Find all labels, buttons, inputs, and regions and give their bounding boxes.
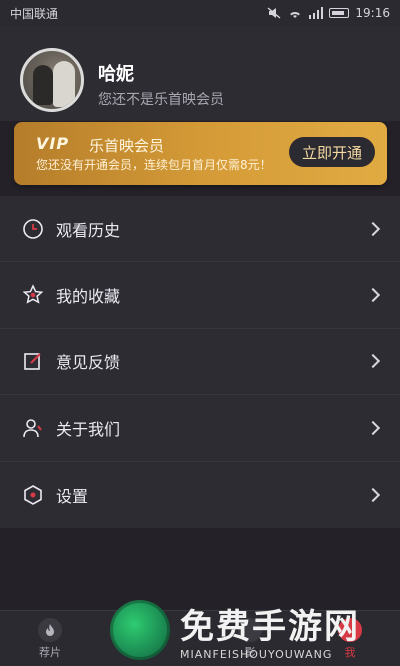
- menu-item-about-us[interactable]: 关于我们: [0, 395, 400, 462]
- comment-icon: [138, 617, 162, 642]
- menu-label: 关于我们: [56, 419, 121, 439]
- nav-label: 荐片: [39, 645, 61, 659]
- menu-label: 意见反馈: [56, 353, 121, 373]
- menu-label: 我的收藏: [56, 287, 121, 307]
- carrier-label: 中国联通: [10, 6, 59, 21]
- bottom-nav: 荐片 评 影 我: [0, 610, 400, 666]
- settings-menu: 观看历史 我的收藏 意见反馈 关于我们 设置: [0, 196, 400, 528]
- star-icon: [22, 284, 44, 306]
- nav-item-reviews[interactable]: 评: [115, 617, 185, 660]
- gear-icon: [22, 484, 44, 506]
- menu-label: 观看历史: [56, 220, 121, 240]
- menu-item-favorites[interactable]: 我的收藏: [0, 262, 400, 329]
- user-icon: [338, 617, 362, 642]
- nav-item-recommend[interactable]: 荐片: [15, 617, 85, 660]
- battery-icon: [329, 8, 350, 18]
- status-icons: 19:16: [267, 6, 390, 20]
- mute-icon: [267, 7, 281, 19]
- vip-title: 乐首映会员: [89, 137, 165, 155]
- menu-item-feedback[interactable]: 意见反馈: [0, 329, 400, 396]
- nav-item-films[interactable]: 影: [215, 617, 285, 660]
- flame-icon: [38, 617, 62, 642]
- open-vip-button[interactable]: 立即开通: [289, 137, 375, 167]
- menu-item-settings[interactable]: 设置: [0, 462, 400, 528]
- wifi-icon: [290, 11, 301, 18]
- membership-status: 您还不是乐首映会员: [98, 92, 224, 108]
- vip-description: 您还没有开通会员，连续包月首月仅需8元！: [36, 158, 272, 172]
- profile-header[interactable]: 哈妮 您还不是乐首映会员: [0, 26, 400, 121]
- chevron-right-icon: [365, 420, 381, 435]
- chevron-right-icon: [365, 354, 381, 369]
- avatar[interactable]: [20, 48, 84, 112]
- status-bar: 中国联通 19:16: [0, 0, 400, 26]
- chevron-right-icon: [365, 221, 381, 236]
- chevron-right-icon: [365, 288, 381, 303]
- nav-label: 我: [344, 645, 356, 659]
- menu-label: 设置: [56, 486, 89, 506]
- vip-logo: VIP: [36, 134, 70, 153]
- status-time: 19:16: [355, 6, 390, 20]
- film-icon: [238, 617, 262, 642]
- nav-item-me[interactable]: 我: [315, 617, 385, 660]
- nav-label: 评: [144, 645, 156, 659]
- vip-banner[interactable]: VIP 乐首映会员 您还没有开通会员，连续包月首月仅需8元！ 立即开通: [14, 122, 387, 185]
- person-icon: [22, 417, 44, 439]
- nav-label: 影: [244, 645, 256, 659]
- menu-item-watch-history[interactable]: 观看历史: [0, 196, 400, 263]
- clock-icon: [22, 218, 44, 240]
- signal-icon: [309, 7, 324, 19]
- user-name: 哈妮: [98, 64, 134, 85]
- chevron-right-icon: [365, 487, 381, 502]
- edit-icon: [22, 350, 44, 372]
